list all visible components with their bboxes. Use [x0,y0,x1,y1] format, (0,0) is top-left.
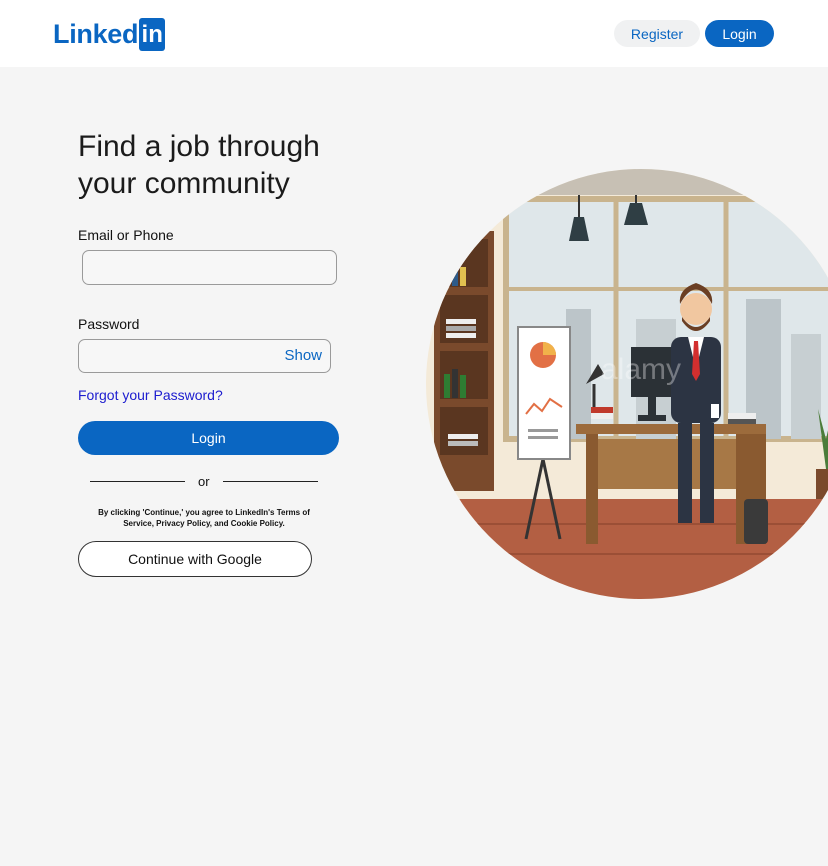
office-scene-image: alamy [426,169,828,599]
top-navigation-bar: Linked in Register Login [0,0,828,67]
email-or-phone-input[interactable] [82,250,337,285]
email-label: Email or Phone [78,227,174,243]
page-headline: Find a job through your community [78,130,320,200]
password-field: Show [78,339,331,373]
continue-with-google-button[interactable]: Continue with Google [78,541,312,577]
password-input[interactable] [79,340,274,372]
terms-notice: By clicking 'Continue,' you agree to Lin… [98,508,310,528]
login-button[interactable]: Login [78,421,339,455]
office-illustration: alamy [426,169,828,599]
divider-line-left [90,481,185,482]
header-login-button[interactable]: Login [705,20,774,47]
logo-wordmark: Linked [53,18,139,49]
divider-line-right [223,481,318,482]
forgot-password-link[interactable]: Forgot your Password? [78,387,223,403]
divider-or-text: or [198,474,210,489]
show-password-button[interactable]: Show [284,347,322,364]
linkedin-logo[interactable]: Linked in [53,17,166,51]
watermark-text: alamy [601,353,681,386]
register-button[interactable]: Register [614,20,700,47]
logo-in-box: in [139,17,166,51]
password-label: Password [78,316,140,332]
